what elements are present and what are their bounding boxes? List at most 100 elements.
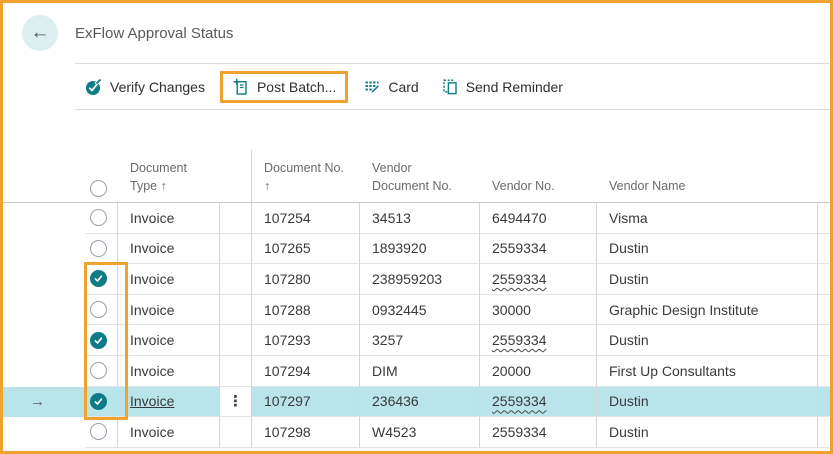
column-header-vendor-document-no[interactable]: Vendor Document No.	[360, 150, 480, 202]
row-vendor-document-no-cell[interactable]: 236436	[360, 386, 480, 418]
post-batch-button[interactable]: Post Batch...	[219, 70, 349, 103]
row-select-cell[interactable]	[85, 233, 118, 265]
row-gutter: →	[3, 325, 85, 356]
row-checkbox[interactable]	[90, 392, 107, 410]
row-document-type-cell[interactable]: Invoice	[118, 325, 220, 356]
card-button[interactable]: Card	[363, 78, 419, 96]
row-checkbox[interactable]	[90, 331, 107, 349]
row-select-cell[interactable]	[85, 417, 118, 448]
row-checkbox[interactable]	[90, 301, 107, 319]
row-document-no-cell[interactable]: 107297	[252, 386, 360, 418]
row-vendor-name: Dustin	[609, 270, 649, 287]
row-actions-cell[interactable]: ⋮	[220, 294, 252, 326]
row-actions-cell[interactable]: ⋮	[220, 355, 252, 387]
row-vendor-name-cell[interactable]: Dustin	[597, 233, 818, 265]
header-sliver	[818, 150, 830, 202]
row-vendor-no-cell[interactable]: 6494470	[480, 203, 597, 234]
row-vendor-document-no-cell[interactable]: 1893920	[360, 233, 480, 265]
row-vendor-name-cell[interactable]: Visma	[597, 203, 818, 234]
row-document-no-cell[interactable]: 107254	[252, 203, 360, 234]
row-gutter: →	[3, 356, 85, 387]
send-reminder-button[interactable]: Send Reminder	[441, 78, 563, 96]
table-row[interactable]: → Invoice ⋮ 107293 3257 2559334	[3, 325, 830, 356]
row-select-cell[interactable]	[85, 386, 118, 418]
row-document-no-cell[interactable]: 107288	[252, 294, 360, 326]
table-row[interactable]: → Invoice ⋮ 107288 0932445 30000	[3, 294, 830, 326]
row-document-no-cell[interactable]: 107265	[252, 233, 360, 265]
table-row[interactable]: → Invoice ⋮ 107294 DIM 20000	[3, 355, 830, 387]
row-select-cell[interactable]	[85, 203, 118, 234]
column-header-vendor-name[interactable]: Vendor Name	[597, 150, 818, 202]
row-vendor-name-cell[interactable]: Dustin	[597, 386, 818, 418]
row-vendor-name: Dustin	[609, 423, 649, 440]
row-actions-cell[interactable]: ⋮	[220, 203, 252, 234]
row-vendor-no-cell[interactable]: 2559334	[480, 386, 597, 418]
row-vendor-name-cell[interactable]: Dustin	[597, 264, 818, 295]
row-vendor-name-cell[interactable]: Dustin	[597, 417, 818, 448]
row-vendor-no-cell[interactable]: 30000	[480, 294, 597, 326]
row-document-type-cell[interactable]: Invoice	[118, 294, 220, 326]
row-actions-ellipsis-icon[interactable]: ⋮	[228, 394, 243, 409]
row-document-type-cell[interactable]: Invoice	[118, 203, 220, 234]
row-vendor-no-cell[interactable]: 2559334	[480, 264, 597, 295]
row-actions-cell[interactable]: ⋮	[220, 325, 252, 356]
row-document-type-cell[interactable]: Invoice	[118, 417, 220, 448]
row-select-cell[interactable]	[85, 355, 118, 387]
row-document-no-cell[interactable]: 107280	[252, 264, 360, 295]
row-vendor-no-cell[interactable]: 2559334	[480, 417, 597, 448]
send-reminder-label: Send Reminder	[465, 78, 563, 95]
row-vendor-document-no-cell[interactable]: 0932445	[360, 294, 480, 326]
row-checkbox[interactable]	[90, 362, 107, 380]
select-all-header[interactable]	[85, 150, 118, 202]
row-doc-no: 107288	[264, 301, 311, 318]
row-vendor-name: Visma	[609, 209, 648, 226]
row-doc-type: Invoice	[130, 423, 175, 440]
column-header-row-actions	[220, 150, 252, 202]
row-vendor-document-no-cell[interactable]: W4523	[360, 417, 480, 448]
row-checkbox[interactable]	[90, 423, 107, 441]
row-actions-cell[interactable]: ⋮	[220, 417, 252, 448]
column-header-vendor-no[interactable]: Vendor No.	[480, 150, 597, 202]
row-actions-cell[interactable]: ⋮	[220, 233, 252, 265]
row-actions-cell[interactable]: ⋮	[220, 264, 252, 295]
column-header-document-type[interactable]: Document Type ↑	[118, 150, 220, 202]
row-checkbox[interactable]	[90, 209, 107, 227]
table-row[interactable]: → Invoice ⋮ 107297 236436 2559334 Dustin	[3, 386, 830, 418]
row-document-no-cell[interactable]: 107298	[252, 417, 360, 448]
row-vendor-no-cell[interactable]: 2559334	[480, 325, 597, 356]
row-vendor-no: 2559334	[492, 240, 547, 257]
row-select-cell[interactable]	[85, 325, 118, 356]
row-vendor-document-no-cell[interactable]: 34513	[360, 203, 480, 234]
row-sliver	[818, 325, 830, 356]
row-document-no-cell[interactable]: 107293	[252, 325, 360, 356]
row-vendor-document-no-cell[interactable]: DIM	[360, 355, 480, 387]
row-actions-cell[interactable]: ⋮	[220, 386, 252, 418]
row-document-no-cell[interactable]: 107294	[252, 355, 360, 387]
back-button[interactable]: ←	[22, 15, 58, 51]
row-document-type-cell[interactable]: Invoice	[118, 355, 220, 387]
row-document-type-cell[interactable]: Invoice	[118, 386, 220, 418]
row-vendor-no: 2559334	[492, 332, 547, 349]
row-document-type-cell[interactable]: Invoice	[118, 264, 220, 295]
row-vendor-name-cell[interactable]: Dustin	[597, 325, 818, 356]
row-doc-no: 107298	[264, 423, 311, 440]
verify-changes-button[interactable]: Verify Changes	[85, 77, 205, 96]
row-document-type-cell[interactable]: Invoice	[118, 233, 220, 265]
table-row[interactable]: → Invoice ⋮ 107265 1893920 2559334	[3, 233, 830, 265]
table-row[interactable]: → Invoice ⋮ 107254 34513 6494470	[3, 203, 830, 234]
table-row[interactable]: → Invoice ⋮ 107298 W4523 2559334	[3, 417, 830, 448]
row-vendor-doc-no: 1893920	[372, 240, 427, 257]
row-vendor-name-cell[interactable]: First Up Consultants	[597, 355, 818, 387]
table-row[interactable]: → Invoice ⋮ 107280 238959203 2559334	[3, 264, 830, 295]
row-select-cell[interactable]	[85, 264, 118, 295]
row-vendor-document-no-cell[interactable]: 3257	[360, 325, 480, 356]
column-header-document-no[interactable]: Document No. ↑	[252, 150, 360, 202]
row-vendor-no-cell[interactable]: 2559334	[480, 233, 597, 265]
row-vendor-no-cell[interactable]: 20000	[480, 355, 597, 387]
select-all-radio[interactable]	[90, 180, 107, 197]
row-select-cell[interactable]	[85, 294, 118, 326]
row-vendor-name-cell[interactable]: Graphic Design Institute	[597, 294, 818, 326]
row-vendor-document-no-cell[interactable]: 238959203	[360, 264, 480, 295]
row-checkbox[interactable]	[90, 239, 107, 257]
row-checkbox[interactable]	[90, 270, 107, 288]
